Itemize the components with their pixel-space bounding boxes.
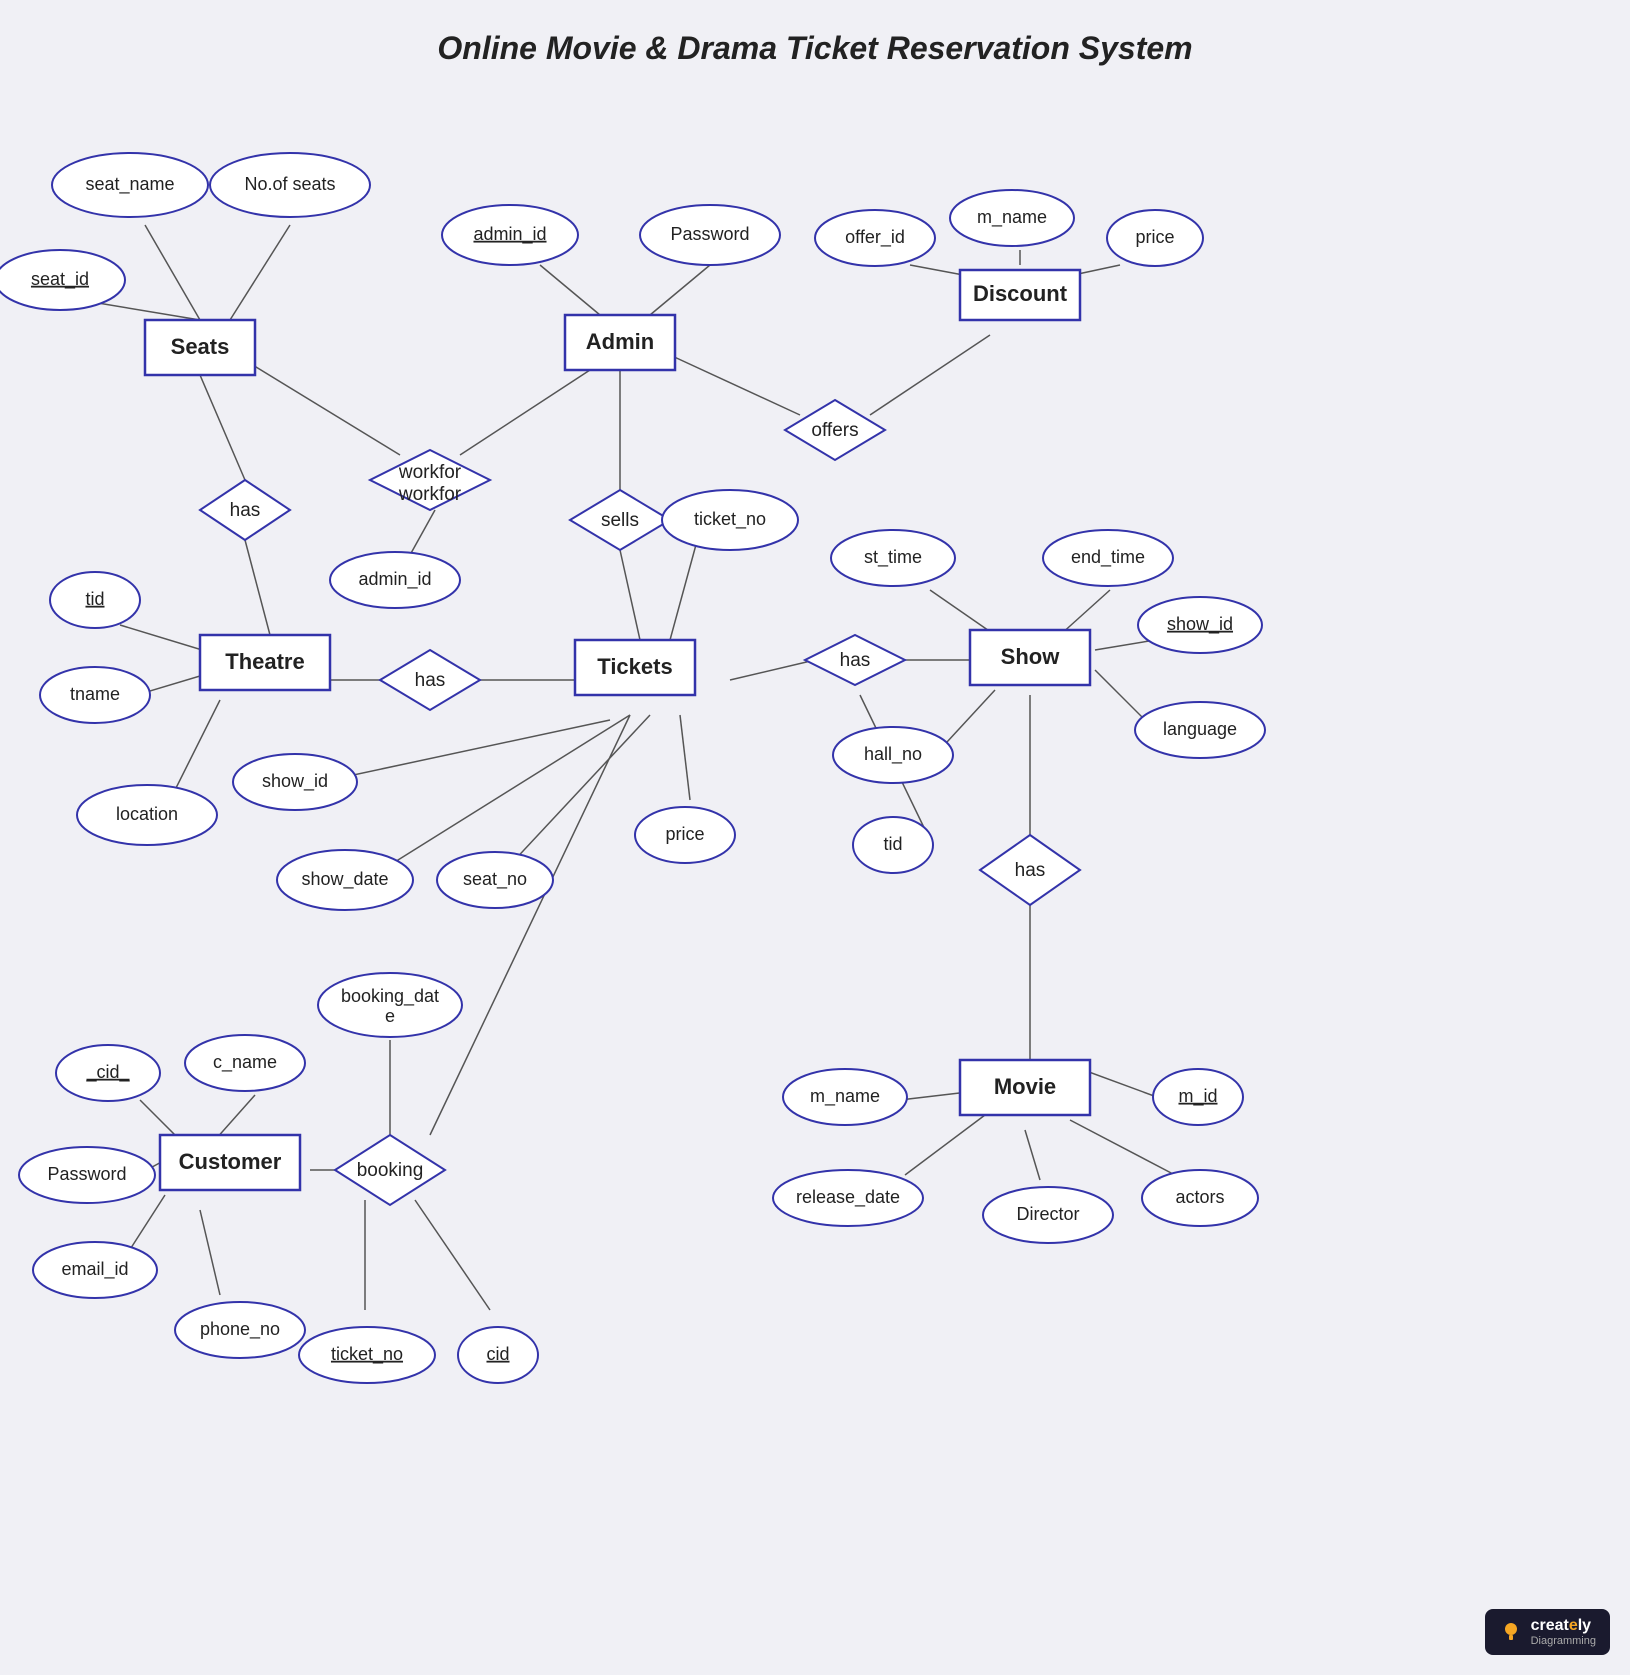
- rel-sells-label: sells: [601, 510, 639, 531]
- diagram-container: Online Movie & Drama Ticket Reservation …: [0, 0, 1630, 1675]
- attr-password-cust-label: Password: [47, 1164, 126, 1184]
- attr-seat-id-label: seat_id: [31, 269, 89, 290]
- attr-booking-date-label2: e: [385, 1006, 395, 1026]
- rel-has1-label: has: [230, 500, 261, 521]
- er-diagram: has workfor workfor has sells offers has…: [0, 0, 1630, 1675]
- attr-email-id-label: email_id: [61, 1259, 128, 1280]
- attr-admin-id-rel-label: admin_id: [358, 569, 431, 590]
- attr-tid-show-label: tid: [883, 834, 902, 854]
- attr-tid-th-label: tid: [85, 589, 104, 609]
- attr-seat-name-label: seat_name: [85, 174, 174, 195]
- entity-seats-label: Seats: [171, 334, 230, 359]
- attr-show-id-sh-label: show_id: [1167, 614, 1233, 635]
- attr-booking-date-label1: booking_dat: [341, 986, 439, 1007]
- attr-hall-no-label: hall_no: [864, 744, 922, 765]
- attr-actors-label: actors: [1175, 1187, 1224, 1207]
- attr-password-admin-label: Password: [670, 224, 749, 244]
- entity-discount-label: Discount: [973, 281, 1068, 306]
- entity-customer-label: Customer: [179, 1149, 282, 1174]
- attr-cid-bk-label: cid: [486, 1344, 509, 1364]
- entity-movie-label: Movie: [994, 1074, 1056, 1099]
- attr-tname-label: tname: [70, 684, 120, 704]
- rel-has4-label: has: [1015, 860, 1046, 881]
- bulb-icon: [1499, 1620, 1523, 1644]
- entity-admin-label: Admin: [586, 329, 654, 354]
- attr-offer-id-label: offer_id: [845, 227, 905, 248]
- attr-m-name-disc-label: m_name: [977, 207, 1047, 228]
- rel-workfor-label: workfor: [398, 462, 462, 483]
- attr-admin-id-top-label: admin_id: [473, 224, 546, 245]
- attr-no-of-seats-label: No.of seats: [244, 174, 335, 194]
- rel-booking-label: booking: [357, 1160, 424, 1181]
- entity-theatre-label: Theatre: [225, 649, 304, 674]
- attr-end-time-label: end_time: [1071, 547, 1145, 568]
- rel-offers-label: offers: [811, 420, 858, 441]
- logo-text: creately Diagramming: [1531, 1617, 1596, 1647]
- attr-phone-no-label: phone_no: [200, 1319, 280, 1340]
- attr-m-name-mv-label: m_name: [810, 1086, 880, 1107]
- attr-seat-no-label: seat_no: [463, 869, 527, 890]
- attr-director-label: Director: [1016, 1204, 1079, 1224]
- entity-tickets-label: Tickets: [597, 654, 672, 679]
- attr-ticket-no-bk-label: ticket_no: [331, 1344, 403, 1365]
- attr-price-tick-label: price: [665, 824, 704, 844]
- attr-st-time-label: st_time: [864, 547, 922, 568]
- attr-cid-label: _cid_: [85, 1062, 130, 1083]
- rel-workfor-label2: workfor: [398, 484, 462, 505]
- attr-price-disc-label: price: [1135, 227, 1174, 247]
- attr-location-label: location: [116, 804, 178, 824]
- attr-language-label: language: [1163, 719, 1237, 739]
- entity-show-label: Show: [1001, 644, 1061, 669]
- attr-ticket-no-top-label: ticket_no: [694, 509, 766, 530]
- attr-show-id-th-label: show_id: [262, 771, 328, 792]
- attr-show-date-label: show_date: [301, 869, 388, 890]
- rel-has2-label: has: [415, 670, 446, 691]
- attr-c-name-label: c_name: [213, 1052, 277, 1073]
- attr-release-date-label: release_date: [796, 1187, 900, 1208]
- attr-m-id-label: m_id: [1178, 1086, 1217, 1107]
- rel-has3-label: has: [840, 650, 871, 671]
- creately-logo: creately Diagramming: [1485, 1609, 1610, 1655]
